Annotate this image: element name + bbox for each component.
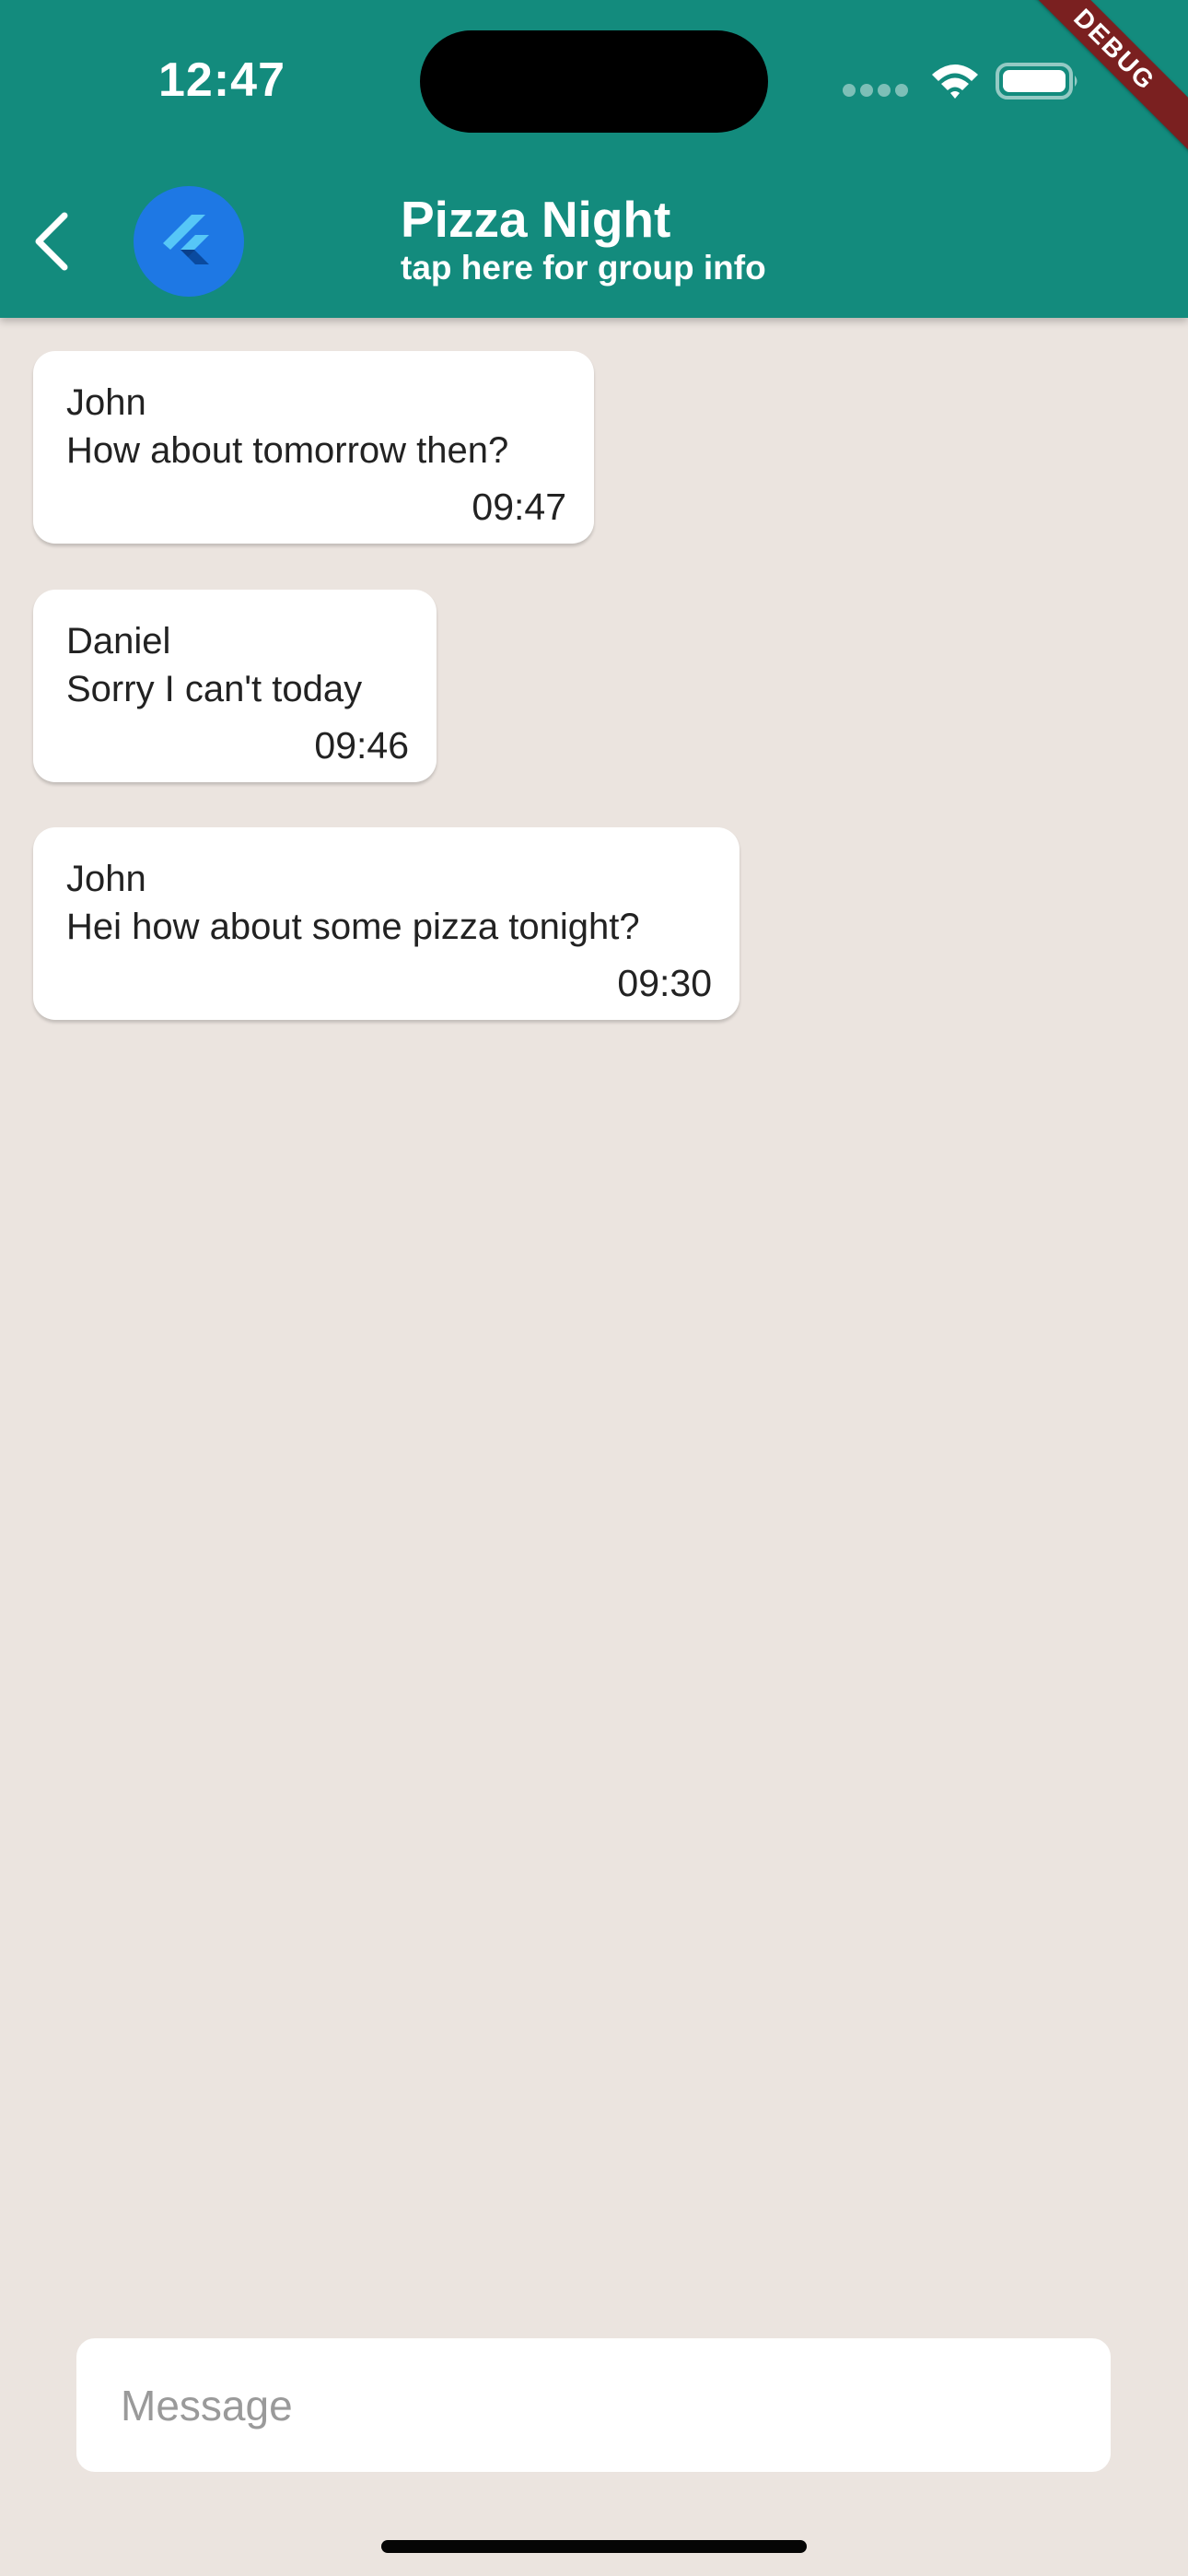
chevron-left-icon — [22, 212, 87, 282]
message-composer — [76, 2338, 1111, 2472]
cellular-signal-icon — [838, 59, 914, 103]
flutter-logo-icon — [134, 186, 244, 297]
message-text: Sorry I can't today — [66, 669, 363, 709]
status-icons — [838, 59, 1087, 103]
message-time: 09:30 — [617, 962, 712, 1004]
message-bubble[interactable]: John How about tomorrow then? 09:47 — [33, 351, 594, 544]
dynamic-island — [420, 30, 768, 133]
battery-icon — [995, 59, 1081, 103]
message-list: John How about tomorrow then? 09:47 Dani… — [0, 318, 1188, 2253]
message-time: 09:46 — [314, 724, 409, 767]
message-sender: John — [66, 382, 146, 423]
message-bubble[interactable]: John Hei how about some pizza tonight? 0… — [33, 827, 740, 1020]
back-button[interactable] — [22, 205, 87, 278]
wifi-icon — [928, 59, 982, 103]
group-avatar[interactable] — [134, 186, 244, 297]
message-input[interactable] — [76, 2338, 1111, 2472]
group-info-subtitle: tap here for group info — [401, 249, 766, 287]
group-info-header[interactable]: Pizza Night tap here for group info — [401, 189, 1045, 288]
message-bubble[interactable]: Daniel Sorry I can't today 09:46 — [33, 590, 437, 782]
status-time: 12:47 — [158, 53, 285, 107]
message-sender: Daniel — [66, 621, 171, 662]
message-text: How about tomorrow then? — [66, 430, 509, 471]
chat-screen: 12:47 Pizza Night tap here for group inf… — [0, 0, 1188, 2576]
chat-title: Pizza Night — [401, 191, 671, 248]
app-bar: 12:47 Pizza Night tap here for group inf… — [0, 0, 1188, 318]
message-sender: John — [66, 859, 146, 899]
message-text: Hei how about some pizza tonight? — [66, 907, 640, 947]
message-time: 09:47 — [472, 486, 566, 528]
home-indicator — [381, 2540, 807, 2553]
